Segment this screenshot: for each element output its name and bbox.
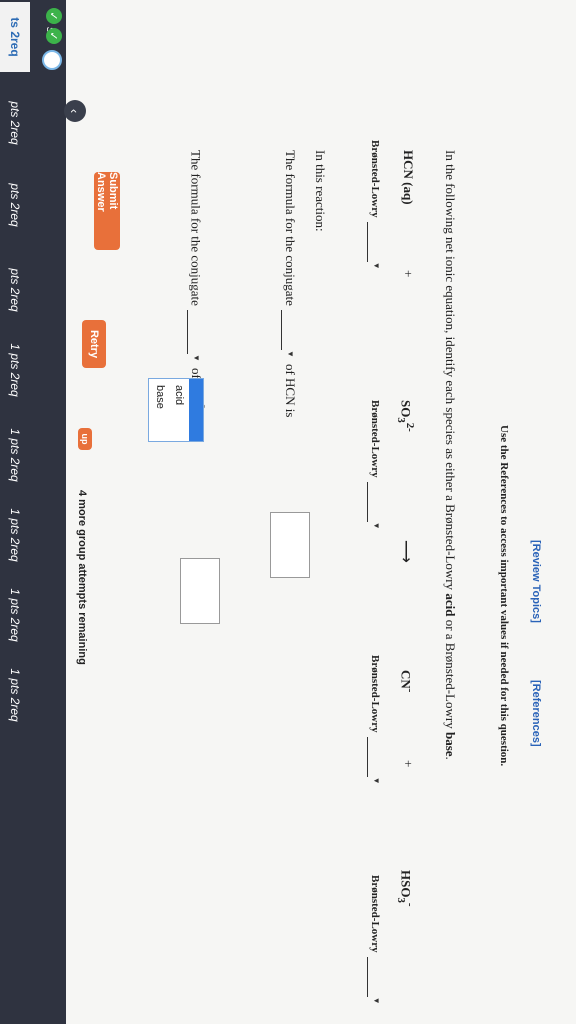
submit-answer-button[interactable]: Submit Answer bbox=[94, 172, 120, 250]
sidebar-item-label: 1 pts 2req bbox=[8, 343, 22, 397]
sidebar-item-current[interactable]: ts 2req bbox=[0, 2, 30, 72]
base-word: base bbox=[443, 731, 458, 757]
reaction-arrow: ⟶ bbox=[397, 540, 414, 563]
dropdown-option-base[interactable]: base bbox=[151, 379, 169, 441]
sidebar-item-3[interactable]: pts 2req bbox=[0, 170, 30, 240]
species-formula: HCN bbox=[401, 150, 416, 179]
species-state: (aq) bbox=[401, 178, 416, 205]
species-formula: SO bbox=[398, 400, 414, 418]
chevron-down-icon: ▼ bbox=[192, 354, 202, 362]
dropdown-option-acid[interactable]: acid bbox=[169, 379, 189, 441]
sidebar-item-9[interactable]: 1 pts 2req bbox=[0, 660, 30, 730]
label-select-4: Brønsted-Lowry ▼ bbox=[367, 875, 382, 1005]
conjugate-type-select-1[interactable]: ▼ bbox=[281, 309, 297, 358]
line-mid-text: of HCN is bbox=[283, 363, 298, 418]
chevron-down-icon: ▼ bbox=[286, 350, 296, 358]
assignment-sidebar: s ts 2req pts 2req pts 2req pts 2req 1 p… bbox=[0, 0, 66, 1024]
species-formula: HSO bbox=[398, 870, 414, 898]
chevron-down-icon: ▼ bbox=[372, 996, 381, 1005]
sidebar-item-label: 1 pts 2req bbox=[8, 428, 22, 482]
sidebar-item-label: pts 2req bbox=[8, 101, 22, 145]
question-middle: or a Brønsted-Lowry bbox=[443, 616, 458, 732]
bl-label: Brønsted-Lowry bbox=[368, 400, 381, 478]
photo-frame: s ts 2req pts 2req pts 2req pts 2req 1 p… bbox=[0, 0, 576, 1024]
chevron-down-icon: ▼ bbox=[372, 261, 381, 270]
sidebar-item-8[interactable]: 1 pts 2req bbox=[0, 580, 30, 650]
sidebar-item-label: 1 pts 2req bbox=[8, 508, 22, 562]
species-type-select[interactable]: ▼ bbox=[367, 221, 382, 270]
bl-label: Brønsted-Lowry bbox=[368, 655, 381, 733]
species-formula: CN bbox=[398, 670, 414, 689]
species-hcn: HCN (aq) bbox=[400, 150, 416, 205]
instruction-text: Use the References to access important v… bbox=[498, 425, 510, 767]
retry-button[interactable]: Retry bbox=[82, 320, 106, 368]
species-so3: SO32- bbox=[395, 400, 416, 432]
question-text: In the following net ionic equation, ide… bbox=[442, 150, 458, 760]
review-topics-text[interactable]: [Review Topics] bbox=[530, 540, 542, 623]
check-icon: ✓ bbox=[46, 28, 62, 44]
question-suffix: . bbox=[443, 756, 458, 760]
plus-sign: + bbox=[401, 270, 416, 278]
species-type-select[interactable]: ▼ bbox=[367, 481, 382, 530]
conjugate-line-1: The formula for the conjugate ▼ of HCN is bbox=[281, 150, 298, 417]
bl-label: Brønsted-Lowry bbox=[368, 140, 381, 218]
species-type-select[interactable]: ▼ bbox=[367, 736, 382, 785]
label-select-3: Brønsted-Lowry ▼ bbox=[367, 655, 382, 785]
label-select-2: Brønsted-Lowry ▼ bbox=[367, 400, 382, 530]
question-panel: [Review Topics] [References] Use the Ref… bbox=[76, 90, 576, 1005]
collapse-sidebar-button[interactable]: ‹ bbox=[64, 100, 86, 122]
acid-word: acid bbox=[443, 593, 458, 617]
conjugate-formula-input-2[interactable] bbox=[180, 558, 220, 624]
species-cn: CN- bbox=[398, 670, 416, 692]
plus-sign: + bbox=[401, 760, 416, 768]
line-text: The formula for the conjugate bbox=[188, 150, 204, 306]
sidebar-item-label: pts 2req bbox=[8, 183, 22, 227]
bl-label: Brønsted-Lowry bbox=[368, 875, 381, 953]
incomplete-circle-icon bbox=[42, 50, 62, 70]
sidebar-item-5[interactable]: 1 pts 2req bbox=[0, 335, 30, 405]
sidebar-item-7[interactable]: 1 pts 2req bbox=[0, 500, 30, 570]
chevron-down-icon: ▼ bbox=[372, 776, 381, 785]
line-text: The formula for the conjugate bbox=[283, 150, 298, 306]
chevron-left-icon: ‹ bbox=[67, 108, 83, 114]
line-mid: of HCN is bbox=[283, 364, 298, 417]
attempts-remaining: 4 more group attempts remaining bbox=[76, 490, 88, 665]
sidebar-item-label: pts 2req bbox=[8, 268, 22, 312]
references-link[interactable]: [References] bbox=[528, 680, 546, 747]
equation-row: HCN (aq) + SO32- ⟶ CN- + HSO3- Brønsted-… bbox=[356, 140, 416, 1005]
dropdown-list: acid base bbox=[148, 378, 204, 442]
references-text[interactable]: [References] bbox=[530, 680, 542, 747]
group-button[interactable]: up bbox=[78, 428, 92, 450]
species-sup: - bbox=[404, 902, 416, 907]
dropdown-option-blank[interactable] bbox=[189, 379, 203, 441]
check-icon: ✓ bbox=[46, 8, 62, 24]
sidebar-item-2[interactable]: pts 2req bbox=[0, 88, 30, 158]
sidebar-item-label: ts 2req bbox=[8, 17, 22, 57]
sidebar-item-6[interactable]: 1 pts 2req bbox=[0, 420, 30, 490]
review-topics-link[interactable]: [Review Topics] bbox=[528, 540, 546, 623]
sidebar-item-4[interactable]: pts 2req bbox=[0, 255, 30, 325]
conjugate-formula-input-1[interactable] bbox=[270, 512, 310, 578]
rotated-page: s ts 2req pts 2req pts 2req pts 2req 1 p… bbox=[0, 0, 576, 1024]
reaction-heading: In this reaction: bbox=[313, 150, 328, 232]
conjugate-type-select-2[interactable]: ▼ bbox=[187, 309, 203, 362]
sidebar-item-label: 1 pts 2req bbox=[8, 668, 22, 722]
label-select-1: Brønsted-Lowry ▼ bbox=[367, 140, 382, 270]
sidebar-item-label: 1 pts 2req bbox=[8, 588, 22, 642]
chevron-down-icon: ▼ bbox=[372, 521, 381, 530]
species-sup: - bbox=[404, 688, 416, 693]
species-sup: 2- bbox=[404, 422, 416, 432]
question-prefix: In the following net ionic equation, ide… bbox=[443, 150, 458, 594]
species-type-select[interactable]: ▼ bbox=[367, 956, 382, 1005]
species-hso3: HSO3- bbox=[395, 870, 416, 907]
